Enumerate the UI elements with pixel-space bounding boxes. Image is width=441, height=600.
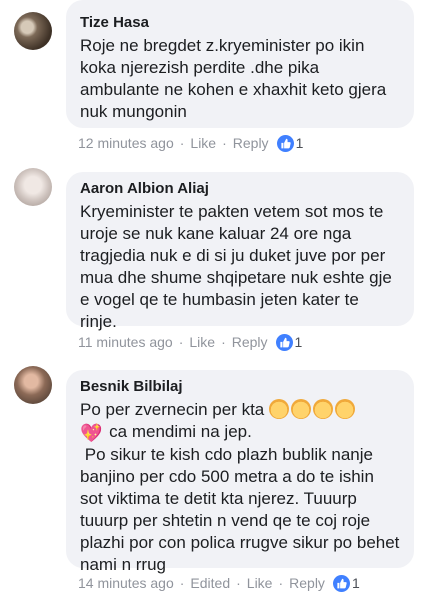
- like-count[interactable]: 1: [296, 134, 304, 152]
- separator: ·: [221, 334, 226, 350]
- avatar[interactable]: [14, 168, 52, 206]
- comment-author[interactable]: Tize Hasa: [80, 14, 400, 32]
- comment-meta: 14 minutes ago · Edited · Like · Reply 1: [78, 574, 360, 592]
- comment-meta: 11 minutes ago · Like · Reply 1: [78, 333, 302, 351]
- like-link[interactable]: Like: [189, 333, 215, 351]
- emoji-group: [269, 399, 357, 419]
- reply-link[interactable]: Reply: [233, 134, 269, 152]
- comment-text: Roje ne bregdet z.kryeminister po ikin k…: [80, 36, 391, 121]
- separator: ·: [179, 135, 185, 151]
- person-blond-emoji-icon: [269, 399, 289, 419]
- comment-bubble: Besnik Bilbilaj Po per zvernecin per kta…: [66, 370, 414, 574]
- separator: ·: [179, 575, 185, 591]
- avatar[interactable]: [14, 366, 52, 404]
- baby-emoji-icon: [335, 399, 355, 419]
- separator: ·: [278, 575, 284, 591]
- comment-text: Kryeminister te pakten vetem sot mos te …: [80, 202, 397, 331]
- person-blond-emoji-icon: [291, 399, 311, 419]
- like-count[interactable]: 1: [352, 574, 360, 592]
- like-link[interactable]: Like: [190, 134, 216, 152]
- comment-time[interactable]: 11 minutes ago: [78, 333, 173, 351]
- like-count[interactable]: 1: [295, 333, 303, 351]
- older-person-emoji-icon: [313, 399, 333, 419]
- sparkling-heart-icon: 💖: [80, 423, 103, 443]
- comment-text: Po per zvernecin per kta 💖 ca mendimi na…: [80, 399, 400, 576]
- comment-text-line: Po per zvernecin per kta: [80, 400, 265, 419]
- like-link[interactable]: Like: [247, 574, 273, 592]
- comment-time[interactable]: 12 minutes ago: [78, 134, 174, 152]
- comment-author[interactable]: Besnik Bilbilaj: [80, 378, 400, 396]
- reply-link[interactable]: Reply: [289, 574, 325, 592]
- thumbs-up-icon[interactable]: [275, 333, 293, 351]
- comment-bubble: Tize Hasa Roje ne bregdet z.kryeminister…: [66, 0, 414, 128]
- comment-meta: 12 minutes ago · Like · Reply 1: [78, 134, 303, 152]
- reply-link[interactable]: Reply: [232, 333, 268, 351]
- avatar[interactable]: [14, 12, 52, 50]
- comment-text-line: ca mendimi na jep.: [104, 422, 252, 441]
- separator: ·: [178, 334, 184, 350]
- comment-bubble: Aaron Albion Aliaj Kryeminister te pakte…: [66, 172, 414, 331]
- edited-label[interactable]: Edited: [190, 574, 230, 592]
- separator: ·: [236, 575, 241, 591]
- comment-author[interactable]: Aaron Albion Aliaj: [80, 180, 400, 198]
- comment-text-rest: Po sikur te kish cdo plazh bublik nanje …: [80, 445, 405, 574]
- separator: ·: [222, 135, 227, 151]
- thumbs-up-icon[interactable]: [276, 134, 294, 152]
- thumbs-up-icon[interactable]: [332, 574, 350, 592]
- comment-time[interactable]: 14 minutes ago: [78, 574, 174, 592]
